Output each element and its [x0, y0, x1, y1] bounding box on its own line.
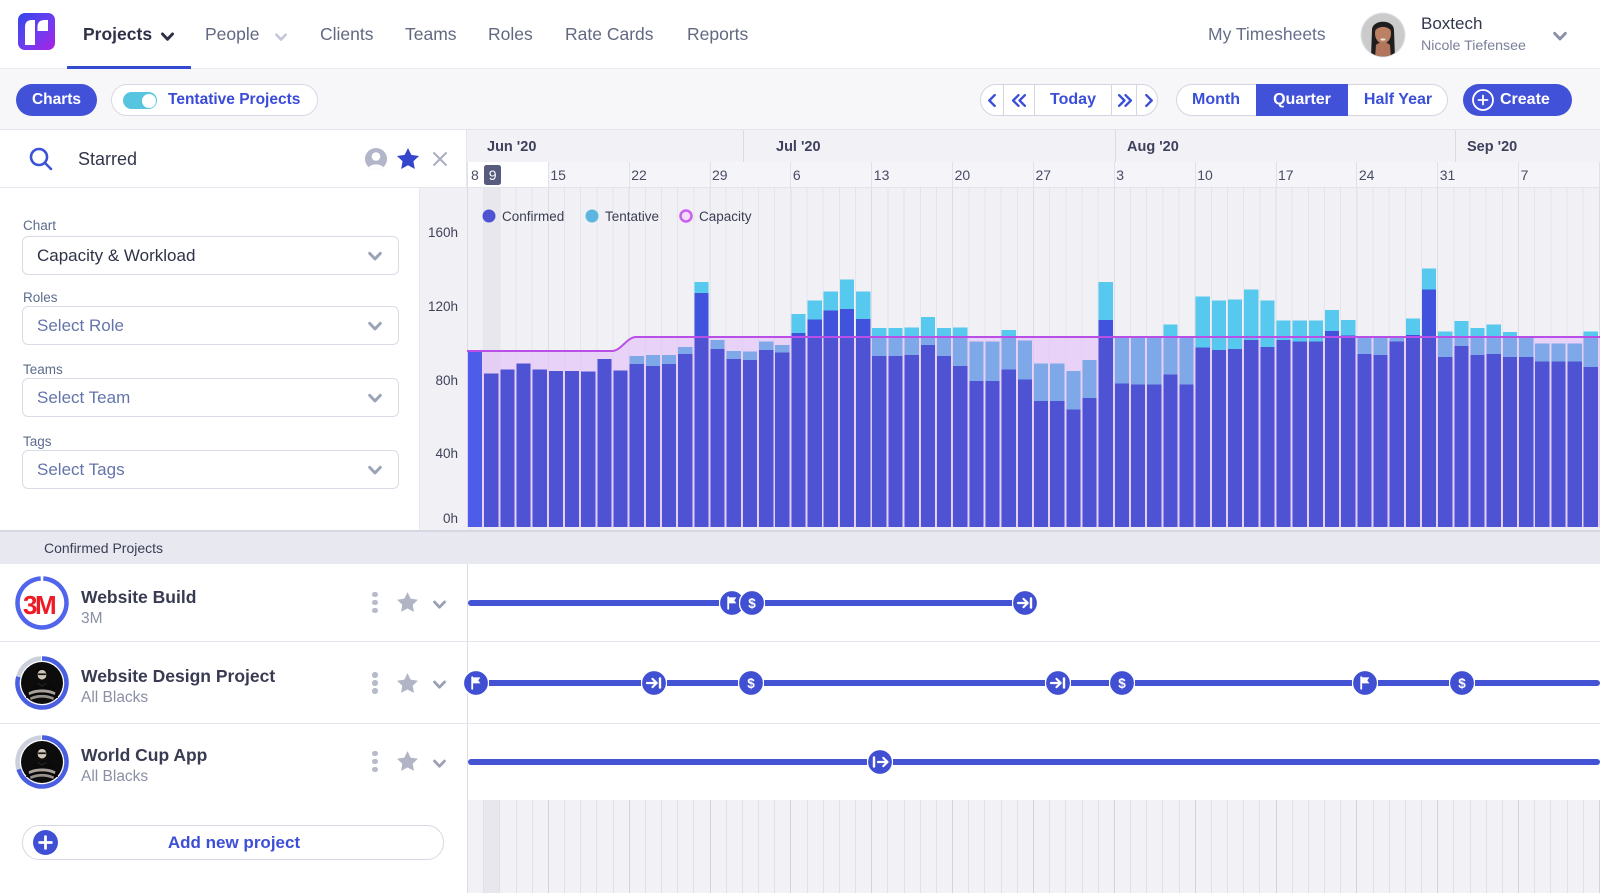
svg-text:Capacity: Capacity — [699, 209, 752, 224]
svg-text:Confirmed: Confirmed — [502, 209, 564, 224]
svg-text:Tentative: Tentative — [605, 209, 659, 224]
